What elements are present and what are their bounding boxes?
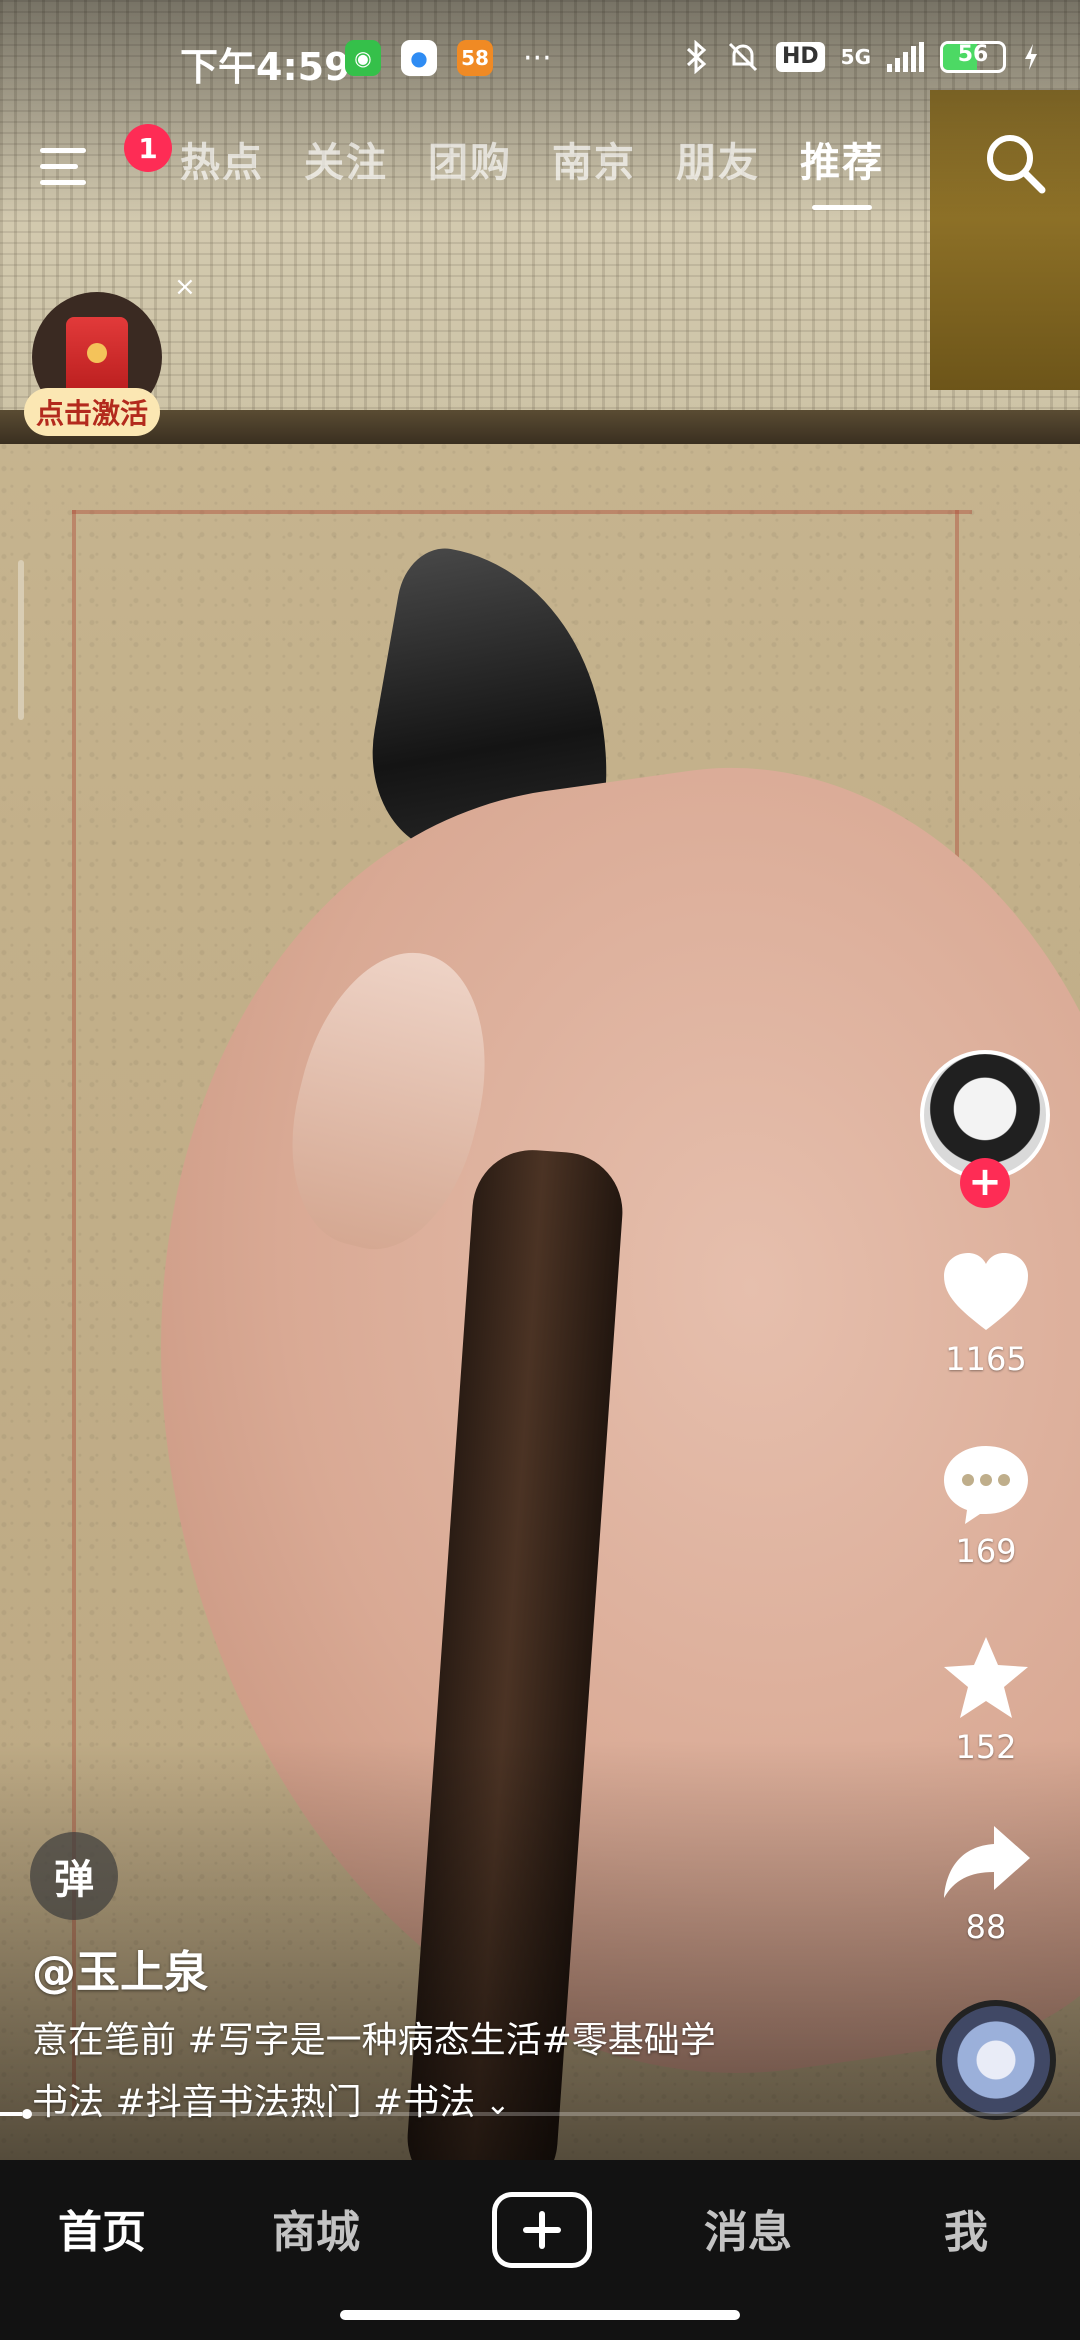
- status-time: 下午4:59: [180, 45, 351, 89]
- video-grid-line: [72, 510, 972, 514]
- star-icon: [944, 1637, 1028, 1718]
- caption-line: 意在笔前 #写字是一种病态生活#零基础学: [32, 2020, 716, 2061]
- screen: 下午4:59 ◉ ● 58 ··· HD 5G 56 1 热点 关注 团购 南京…: [0, 0, 1080, 2340]
- tab-home[interactable]: 首页: [58, 2196, 146, 2260]
- tab-hot[interactable]: 热点: [180, 130, 264, 188]
- video-caption[interactable]: 意在笔前 #写字是一种病态生活#零基础学 书法 #抖音书法热门 #书法 ⌄: [32, 2010, 852, 2136]
- tab-messages[interactable]: 消息: [704, 2196, 792, 2260]
- comment-count: 169: [955, 1532, 1017, 1570]
- menu-button[interactable]: 1: [40, 124, 172, 194]
- caption-line-2: 书法 #抖音书法热门 #书法 ⌄: [32, 2072, 852, 2136]
- comment-action[interactable]: 169: [906, 1442, 1066, 1570]
- feed-tabs: 热点 关注 团购 南京 朋友 推荐: [180, 130, 884, 210]
- tab-me[interactable]: 我: [944, 2196, 988, 2260]
- follow-button[interactable]: +: [960, 1158, 1010, 1208]
- network-label: 5G: [840, 45, 871, 69]
- browser-icon: ●: [401, 40, 437, 76]
- menu-icon-bar: [40, 148, 86, 153]
- like-action[interactable]: 1165: [906, 1250, 1066, 1378]
- close-icon[interactable]: ×: [174, 272, 196, 302]
- share-count: 88: [965, 1908, 1007, 1946]
- author-name[interactable]: @玉上泉: [32, 1936, 208, 2000]
- redpacket-label[interactable]: 点击激活: [24, 388, 161, 436]
- comment-icon: [944, 1446, 1028, 1524]
- music-disc[interactable]: [936, 2000, 1056, 2120]
- status-right: HD 5G 56: [684, 40, 1040, 74]
- battery-icon: 56: [940, 41, 1006, 73]
- charging-icon: [1025, 44, 1037, 70]
- tab-group-buy[interactable]: 团购: [428, 130, 512, 188]
- red-envelope-icon: [66, 317, 128, 397]
- tab-following[interactable]: 关注: [304, 130, 388, 188]
- video-progress[interactable]: [0, 2112, 1080, 2116]
- left-edge-indicator: [18, 560, 24, 720]
- favorite-count: 152: [955, 1728, 1017, 1766]
- top-nav: 1 热点 关注 团购 南京 朋友 推荐: [0, 120, 1080, 210]
- signal-icon: [887, 42, 924, 72]
- app-58-icon: 58: [457, 40, 493, 76]
- chevron-down-icon[interactable]: ⌄: [485, 2087, 510, 2122]
- video-progress-fill: [0, 2112, 22, 2116]
- mute-bell-icon: [728, 42, 758, 72]
- more-notifications-icon: ···: [523, 40, 552, 76]
- redpacket-widget[interactable]: 点击激活 ×: [24, 272, 196, 452]
- heart-icon: [944, 1253, 1028, 1330]
- create-button[interactable]: [492, 2192, 592, 2268]
- android-icon: ◉: [345, 40, 381, 76]
- tab-friends[interactable]: 朋友: [676, 130, 760, 188]
- danmaku-button[interactable]: 弹: [30, 1832, 118, 1920]
- status-bar: 下午4:59 ◉ ● 58 ··· HD 5G 56: [0, 0, 1080, 120]
- like-count: 1165: [945, 1340, 1027, 1378]
- menu-icon-bar: [40, 164, 78, 169]
- share-icon: [944, 1826, 1030, 1898]
- menu-icon-bar: [40, 180, 86, 185]
- progress-handle[interactable]: [22, 2109, 32, 2119]
- tab-nanjing[interactable]: 南京: [552, 130, 636, 188]
- notification-badge: 1: [124, 124, 172, 172]
- bluetooth-icon: [686, 40, 707, 74]
- tab-recommended[interactable]: 推荐: [800, 130, 884, 210]
- caption-line-text: 书法 #抖音书法热门 #书法: [32, 2082, 476, 2123]
- plus-icon: [523, 2211, 561, 2249]
- share-action[interactable]: 88: [906, 1822, 1066, 1946]
- status-app-icons: ◉ ● 58 ···: [345, 40, 552, 76]
- battery-percent: 56: [957, 42, 989, 67]
- search-button[interactable]: [980, 128, 1050, 198]
- tab-mall[interactable]: 商城: [272, 2196, 360, 2260]
- home-indicator[interactable]: [340, 2310, 740, 2320]
- favorite-action[interactable]: 152: [906, 1634, 1066, 1766]
- hd-badge: HD: [775, 42, 825, 72]
- search-icon: [987, 135, 1046, 194]
